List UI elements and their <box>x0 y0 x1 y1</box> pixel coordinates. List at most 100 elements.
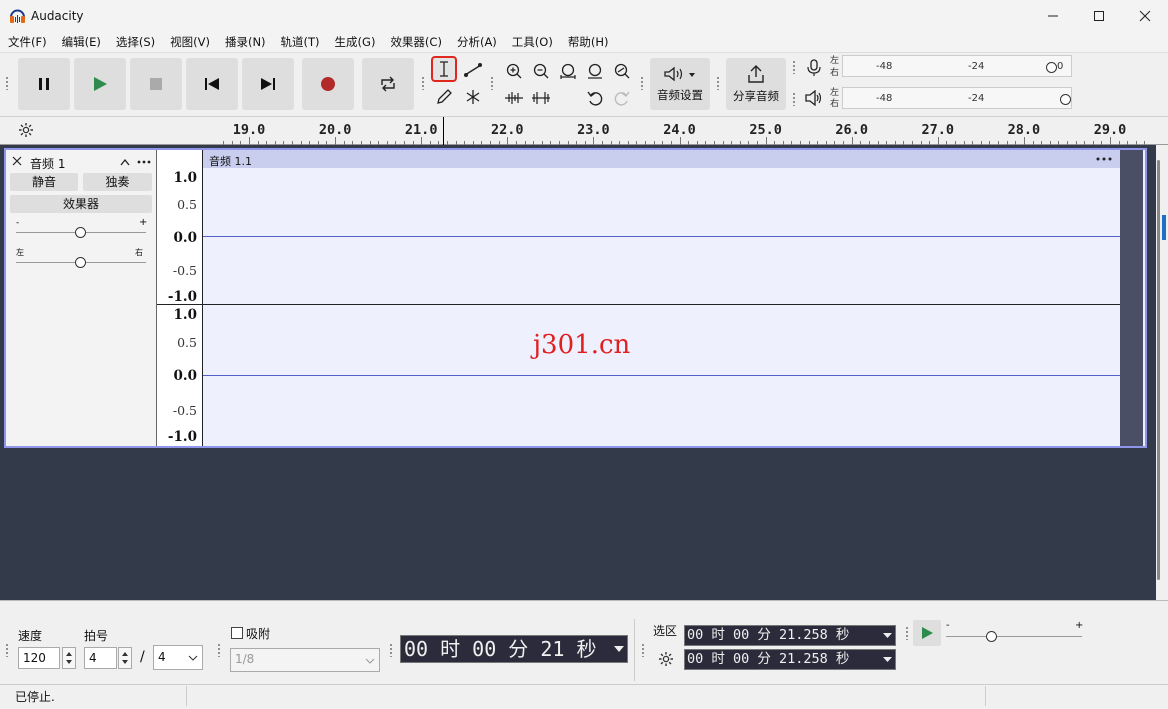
record-meter-grip[interactable] <box>792 60 796 74</box>
meter-numerator-stepper[interactable] <box>118 647 132 669</box>
amp-label: 0.5 <box>157 335 197 350</box>
loop-button[interactable] <box>362 58 414 110</box>
ruler-label: 29.0 <box>1094 122 1127 138</box>
zoom-toggle-button[interactable] <box>611 60 633 82</box>
time-signature-grip[interactable] <box>5 643 9 657</box>
trim-audio-button[interactable] <box>503 87 525 109</box>
skip-to-end-button[interactable] <box>242 58 294 110</box>
time-display[interactable]: 00 时 00 分 21 秒 <box>400 635 628 663</box>
audio-settings-button[interactable]: 音频设置 <box>650 58 710 110</box>
record-level-knob[interactable] <box>1046 62 1057 73</box>
amp-label: 1.0 <box>157 307 197 323</box>
menu-file[interactable]: 文件(F) <box>8 34 47 50</box>
envelope-tool-button[interactable] <box>462 59 484 81</box>
track-menu-button[interactable] <box>135 154 153 170</box>
pan-left-label: 左 <box>16 247 24 258</box>
minimize-button[interactable] <box>1030 0 1076 31</box>
ruler-label: 22.0 <box>491 122 524 138</box>
play-meter-grip[interactable] <box>792 92 796 106</box>
menu-view[interactable]: 视图(V) <box>170 34 210 50</box>
ruler-tick <box>335 137 336 145</box>
snap-checkbox[interactable] <box>231 627 243 639</box>
record-meter-button[interactable] <box>803 57 825 79</box>
track-close-button[interactable] <box>9 153 25 169</box>
audio-setup-grip[interactable] <box>640 76 644 90</box>
speed-slider-track[interactable] <box>946 636 1082 637</box>
zoom-out-button[interactable] <box>530 60 552 82</box>
selection-tool-button[interactable] <box>433 58 455 80</box>
menu-transport[interactable]: 播录(N) <box>225 34 266 50</box>
draw-tool-button[interactable] <box>433 86 455 108</box>
skip-to-start-button[interactable] <box>186 58 238 110</box>
fit-selection-button[interactable] <box>557 60 579 82</box>
channel1-zero-line <box>203 236 1120 237</box>
ruler-label: 27.0 <box>922 122 955 138</box>
close-window-button[interactable] <box>1122 0 1168 31</box>
selection-start-display[interactable]: 00 时 00 分 21.258 秒 <box>684 625 896 646</box>
ruler-tick <box>421 137 422 145</box>
tempo-input[interactable]: 120 <box>18 647 60 669</box>
clip-menu-button[interactable] <box>1094 152 1114 166</box>
vertical-scroll-thumb[interactable] <box>1157 160 1160 580</box>
mute-button[interactable]: 静音 <box>10 173 78 191</box>
menu-tracks[interactable]: 轨道(T) <box>281 34 320 50</box>
zoom-fit-selection-icon <box>559 62 577 80</box>
meter-numerator-input[interactable]: 4 <box>84 647 117 669</box>
track-collapse-button[interactable] <box>117 154 133 170</box>
meter-denominator-select[interactable]: 4 <box>153 645 203 670</box>
play-level-knob[interactable] <box>1060 94 1071 105</box>
multi-tool-button[interactable] <box>462 86 484 108</box>
menu-generate[interactable]: 生成(G) <box>335 34 376 50</box>
amp-label: -1.0 <box>157 429 197 445</box>
track-name[interactable]: 音频 1 <box>30 155 65 172</box>
play-button[interactable] <box>74 58 126 110</box>
solo-button[interactable]: 独奏 <box>83 173 152 191</box>
play-meter-tick: -48 <box>876 94 892 104</box>
undo-button[interactable] <box>584 87 606 109</box>
audio-clip[interactable] <box>203 150 1120 446</box>
play-icon <box>920 626 934 640</box>
share-grip[interactable] <box>716 76 720 90</box>
silence-audio-button[interactable] <box>530 87 552 109</box>
selection-grip[interactable] <box>641 643 645 657</box>
zoom-in-button[interactable] <box>503 60 525 82</box>
menu-select[interactable]: 选择(S) <box>116 34 155 50</box>
timeline-settings-button[interactable] <box>15 119 37 141</box>
pan-slider-knob[interactable] <box>75 257 86 268</box>
share-audio-button[interactable]: 分享音频 <box>726 58 786 110</box>
menu-help[interactable]: 帮助(H) <box>568 34 609 50</box>
time-grip[interactable] <box>389 643 393 657</box>
fit-project-button[interactable] <box>584 60 606 82</box>
tempo-stepper[interactable] <box>62 647 76 669</box>
menu-effect[interactable]: 效果器(C) <box>390 34 442 50</box>
selection-end-display[interactable]: 00 时 00 分 21.258 秒 <box>684 649 896 670</box>
record-meter-left-label: 左 <box>830 56 839 66</box>
play-meter-button[interactable] <box>803 87 825 109</box>
zoom-toggle-icon <box>613 62 631 80</box>
effects-button[interactable]: 效果器 <box>10 195 152 213</box>
timeline-ruler[interactable]: 19.020.021.022.023.024.025.026.027.028.0… <box>0 117 1168 145</box>
menu-edit[interactable]: 编辑(E) <box>62 34 101 50</box>
selection-settings-button[interactable] <box>655 648 677 670</box>
snap-value: 1/8 <box>235 652 254 666</box>
redo-button[interactable] <box>611 87 633 109</box>
menu-analyze[interactable]: 分析(A) <box>457 34 497 50</box>
record-button[interactable] <box>302 58 354 110</box>
speaker-icon <box>805 90 823 106</box>
maximize-button[interactable] <box>1076 0 1122 31</box>
speed-slider-knob[interactable] <box>986 631 997 642</box>
pause-button[interactable] <box>18 58 70 110</box>
stop-button[interactable] <box>130 58 182 110</box>
clip-header[interactable] <box>203 150 1120 168</box>
snap-select[interactable]: 1/8 <box>230 648 380 672</box>
snapping-grip[interactable] <box>217 643 221 657</box>
tools-grip[interactable] <box>421 76 425 90</box>
gain-slider-knob[interactable] <box>75 227 86 238</box>
watermark-text: j301.cn <box>533 330 630 360</box>
play-at-speed-button[interactable] <box>913 620 941 646</box>
amp-label: -1.0 <box>157 289 197 305</box>
edit-grip[interactable] <box>490 76 494 90</box>
toolbar-grip[interactable] <box>5 76 9 90</box>
play-at-speed-grip[interactable] <box>905 626 909 640</box>
menu-tools[interactable]: 工具(O) <box>512 34 553 50</box>
